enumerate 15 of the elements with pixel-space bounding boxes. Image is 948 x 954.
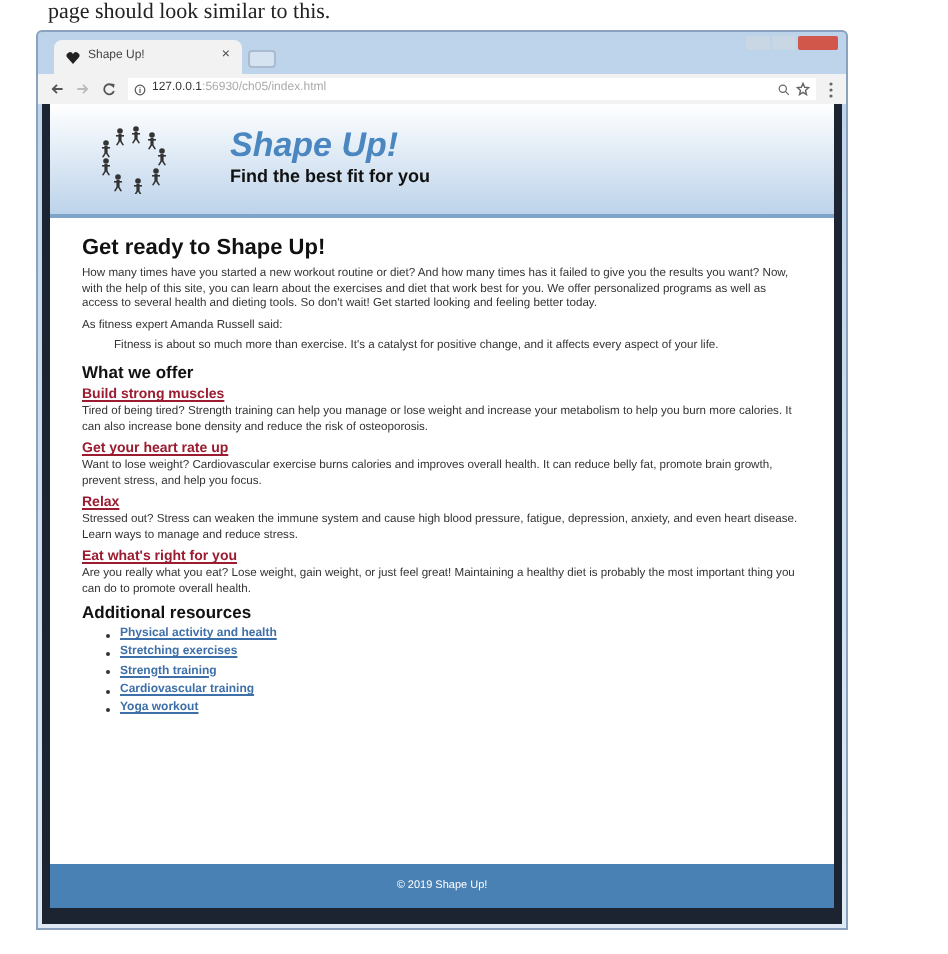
site-title: Shape Up! — [230, 128, 401, 163]
zoom-icon[interactable] — [778, 83, 790, 95]
heart-icon — [66, 51, 80, 63]
page-heading: Get ready to Shape Up! — [82, 238, 328, 260]
caption-text: page should look similar to this. — [46, 0, 333, 24]
people-circle-logo — [98, 125, 170, 193]
section-heading: What we offer — [82, 363, 196, 381]
info-icon — [134, 83, 146, 95]
section-heading: Additional resources — [82, 604, 254, 622]
site-tagline: Find the best fit for you — [230, 166, 430, 190]
reload-icon[interactable] — [102, 82, 116, 96]
back-arrow-icon[interactable] — [50, 82, 64, 96]
star-icon[interactable] — [796, 82, 810, 96]
window-controls — [746, 36, 838, 50]
menu-icon[interactable] — [828, 81, 834, 97]
